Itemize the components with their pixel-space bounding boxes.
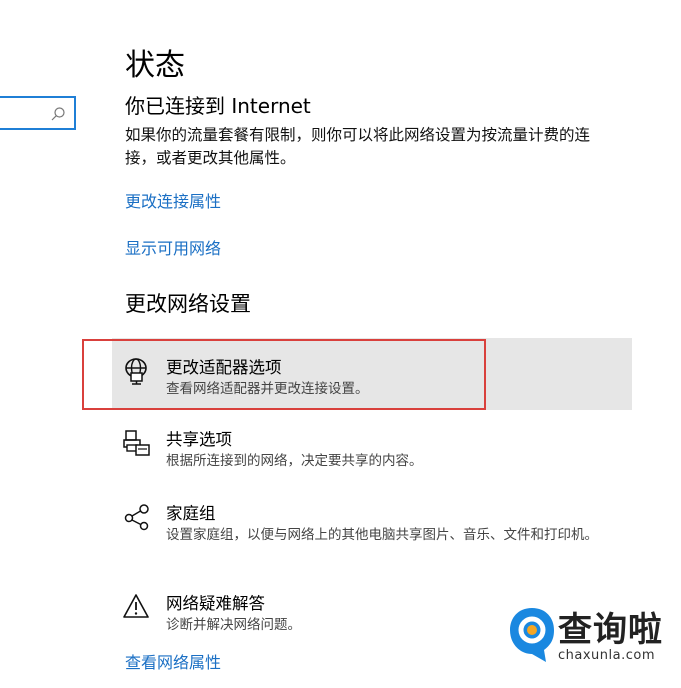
homegroup-icon xyxy=(124,504,149,531)
watermark: 查询啦 chaxunla.com xyxy=(506,604,676,674)
option-description: 根据所连接到的网络，决定要共享的内容。 xyxy=(166,453,423,469)
option-title: 网络疑难解答 xyxy=(166,594,265,613)
watermark-text: 查询啦 xyxy=(558,610,663,650)
watermark-logo-icon xyxy=(510,608,554,662)
sharing-printer-icon xyxy=(123,430,150,456)
option-description: 设置家庭组，以便与网络上的其他电脑共享图片、音乐、文件和打印机。 xyxy=(166,527,598,543)
warning-triangle-icon xyxy=(123,594,149,618)
search-icon[interactable] xyxy=(50,106,66,122)
view-network-properties-link[interactable]: 查看网络属性 xyxy=(125,649,221,673)
show-available-networks-link[interactable]: 显示可用网络 xyxy=(125,235,221,259)
search-input[interactable] xyxy=(0,96,76,130)
change-network-settings-heading: 更改网络设置 xyxy=(125,292,251,316)
annotation-highlight-frame xyxy=(82,339,486,410)
watermark-domain: chaxunla.com xyxy=(558,648,655,663)
option-title: 共享选项 xyxy=(166,430,232,449)
page-title: 状态 xyxy=(125,48,185,83)
homegroup-item[interactable]: 家庭组 设置家庭组，以便与网络上的其他电脑共享图片、音乐、文件和打印机。 xyxy=(122,500,642,560)
connection-status-description: 如果你的流量套餐有限制，则你可以将此网络设置为按流量计费的连接，或者更改其他属性… xyxy=(125,126,591,167)
change-connection-properties-link[interactable]: 更改连接属性 xyxy=(125,188,221,212)
connection-status-heading: 你已连接到 Internet xyxy=(125,94,311,118)
option-title: 家庭组 xyxy=(166,504,216,523)
sharing-options-item[interactable]: 共享选项 根据所连接到的网络，决定要共享的内容。 xyxy=(122,426,642,472)
